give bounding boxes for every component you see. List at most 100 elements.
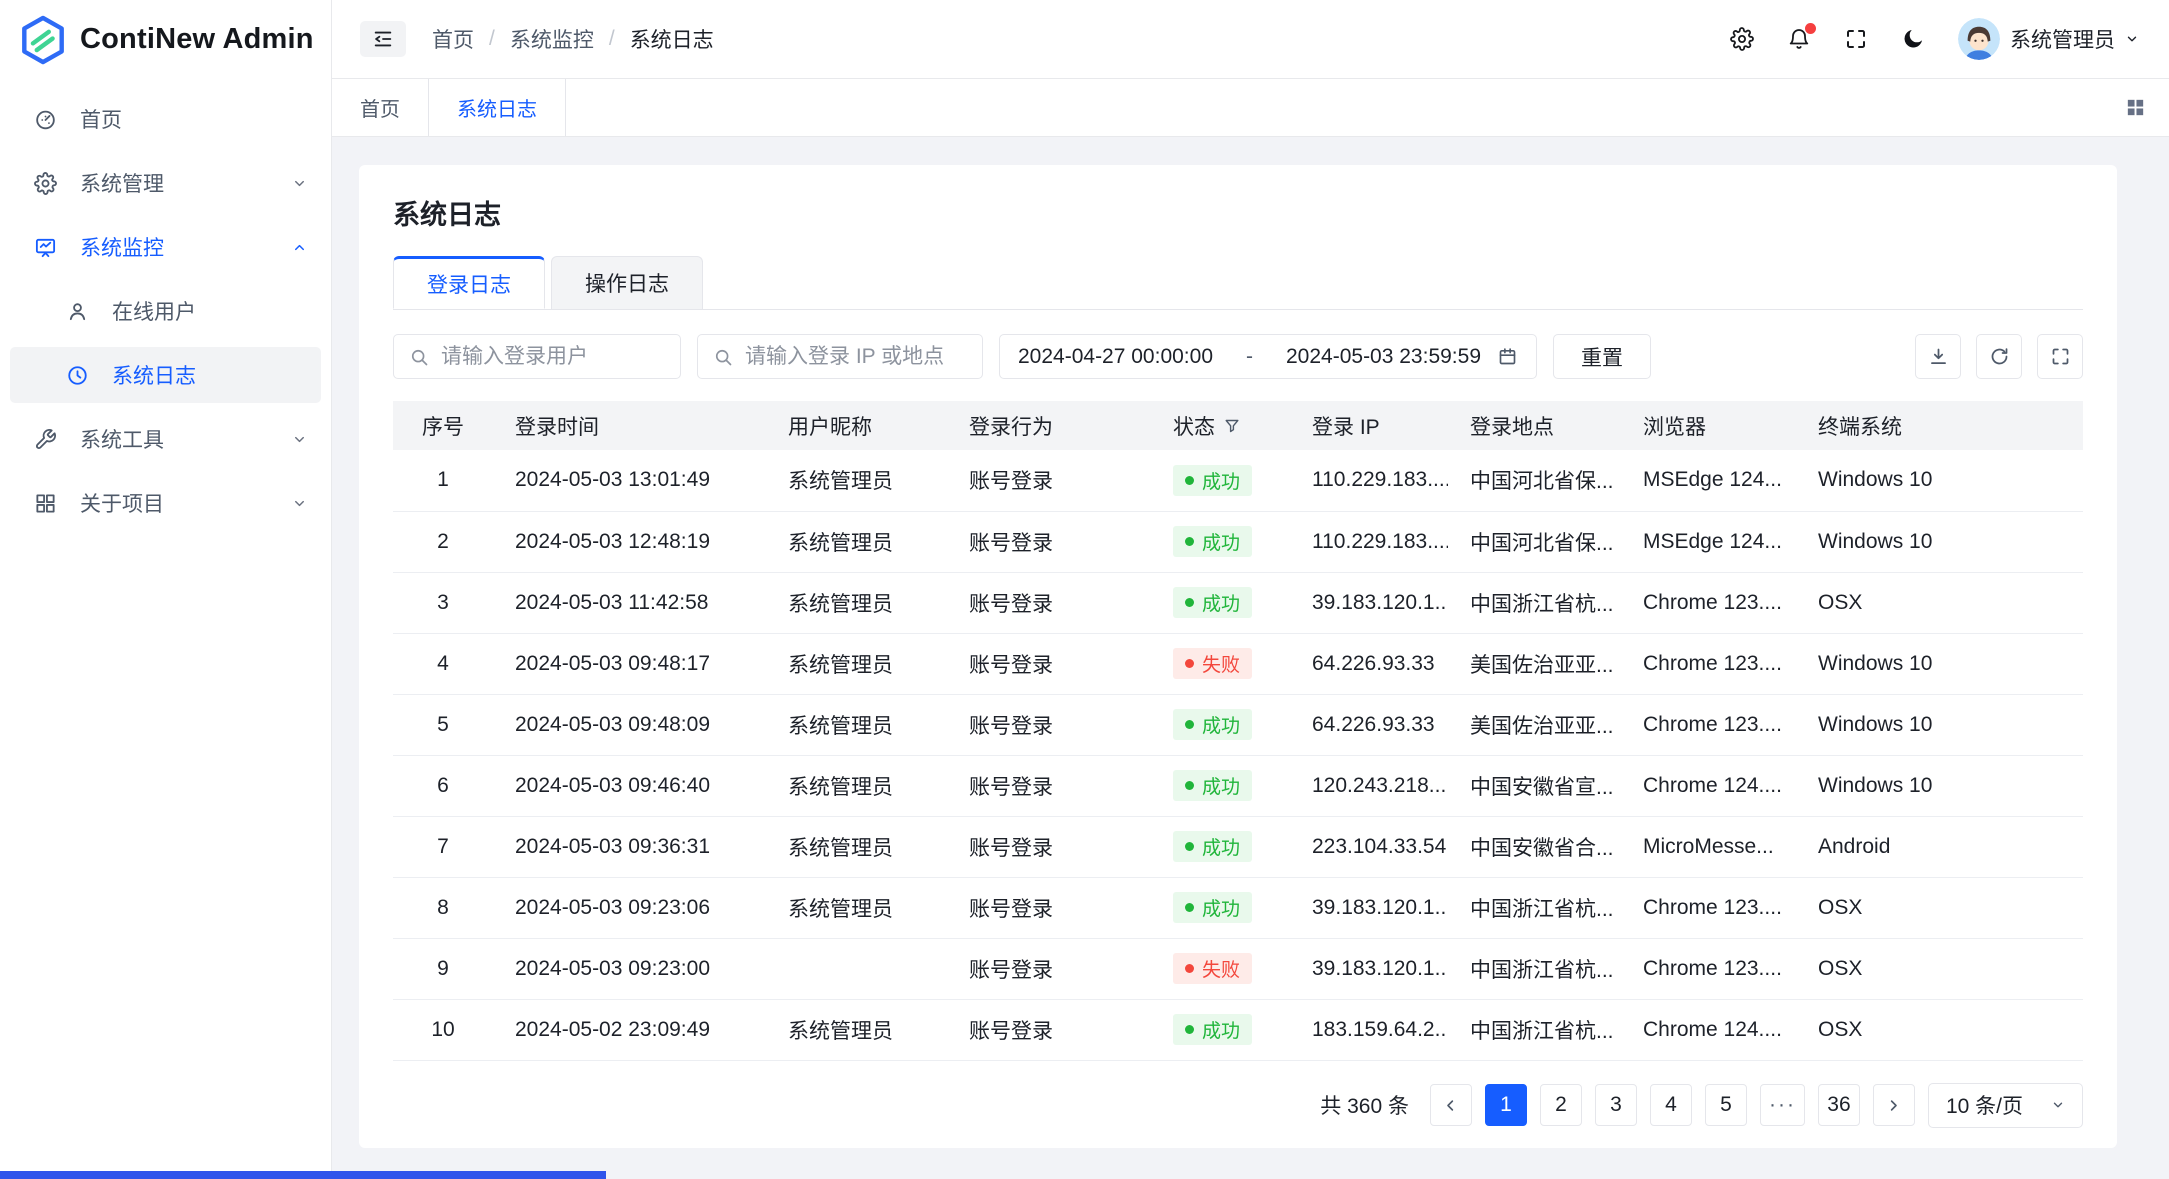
row-index: 3 [393,572,493,633]
table-row: 12024-05-03 13:01:49系统管理员账号登录成功110.229.1… [393,450,2083,511]
pagination-page-4[interactable]: 4 [1650,1084,1692,1126]
tab-actions-button[interactable] [2124,96,2147,119]
page-size-select[interactable]: 10 条/页 [1928,1083,2083,1128]
row-index: 8 [393,877,493,938]
status-cell: 失败 [1151,633,1290,694]
table-body: 12024-05-03 13:01:49系统管理员账号登录成功110.229.1… [393,450,2083,1060]
login-location: 中国安徽省宣... [1448,755,1621,816]
system-log-card: 系统日志 登录日志 操作日志 [359,165,2117,1148]
view-tabbar: 首页 系统日志 [332,79,2169,137]
status-badge: 成功 [1173,1014,1252,1045]
col-status-label: 状态 [1173,411,1215,441]
sidebar-collapse-button[interactable] [360,21,406,57]
breadcrumb-separator: / [609,27,615,51]
col-browser: 浏览器 [1621,401,1796,450]
status-cell: 成功 [1151,511,1290,572]
view-tab-label: 首页 [360,93,400,122]
pagination-page-1[interactable]: 1 [1485,1084,1527,1126]
sidebar-item-system-management[interactable]: 系统管理 [10,155,321,211]
user-nickname: 系统管理员 [766,755,947,816]
status-badge: 失败 [1173,953,1252,984]
header-actions: 系统管理员 [1730,18,2139,60]
sidebar-item-home[interactable]: 首页 [10,91,321,147]
sidebar-item-system-monitor[interactable]: 系统监控 [10,219,321,275]
login-user-search[interactable] [393,334,681,379]
table-row: 32024-05-03 11:42:58系统管理员账号登录成功39.183.12… [393,572,2083,633]
login-location: 中国浙江省杭... [1448,938,1621,999]
export-button[interactable] [1915,334,1961,379]
browser: MSEdge 124... [1621,450,1796,511]
login-ip: 120.243.218.... [1290,755,1448,816]
status-badge: 成功 [1173,831,1252,862]
fullscreen-button[interactable] [1844,27,1868,51]
browser: MicroMesse... [1621,816,1796,877]
sidebar-item-system-tools[interactable]: 系统工具 [10,411,321,467]
table-row: 82024-05-03 09:23:06系统管理员账号登录成功39.183.12… [393,877,2083,938]
pagination-ellipsis[interactable]: ··· [1760,1084,1805,1126]
view-tab-system-log[interactable]: 系统日志 [429,79,566,136]
terminal-os: Windows 10 [1796,633,2083,694]
sidebar-item-label: 系统管理 [80,168,164,198]
chevron-right-icon [1886,1098,1901,1113]
login-action: 账号登录 [947,572,1151,633]
pagination-page-36[interactable]: 36 [1818,1084,1860,1126]
app-logo[interactable]: ContiNew Admin [0,0,331,79]
tab-operation-log[interactable]: 操作日志 [551,256,703,309]
login-time: 2024-05-03 09:23:06 [493,877,766,938]
search-input[interactable] [441,345,665,369]
breadcrumb-item-monitor[interactable]: 系统监控 [510,24,594,54]
table-fullscreen-button[interactable] [2037,334,2083,379]
layout-grid-icon [2124,96,2147,119]
status-badge: 成功 [1173,465,1252,496]
login-ip: 110.229.183.... [1290,450,1448,511]
reset-button[interactable]: 重置 [1553,334,1651,379]
pagination-next-button[interactable] [1873,1084,1915,1126]
sidebar-item-online-users[interactable]: 在线用户 [10,283,321,339]
login-time: 2024-05-03 09:46:40 [493,755,766,816]
login-ip-search[interactable] [697,334,983,379]
sidebar-item-label: 系统监控 [80,232,164,262]
filter-icon[interactable] [1224,418,1240,434]
login-time: 2024-05-03 11:42:58 [493,572,766,633]
terminal-os: OSX [1796,877,2083,938]
refresh-button[interactable] [1976,334,2022,379]
dark-mode-button[interactable] [1901,27,1925,51]
settings-button[interactable] [1730,27,1754,51]
view-tab-home[interactable]: 首页 [332,79,429,136]
status-dot-icon [1185,598,1194,607]
sidebar-item-about-project[interactable]: 关于项目 [10,475,321,531]
table-row: 62024-05-03 09:46:40系统管理员账号登录成功120.243.2… [393,755,2083,816]
pagination-prev-button[interactable] [1430,1084,1472,1126]
status-dot-icon [1185,903,1194,912]
browser: Chrome 123.... [1621,572,1796,633]
chevron-down-icon [292,432,307,447]
status-dot-icon [1185,781,1194,790]
terminal-os: OSX [1796,999,2083,1060]
notifications-button[interactable] [1787,27,1811,51]
tab-label: 登录日志 [427,269,511,299]
date-range-picker[interactable]: 2024-04-27 00:00:00 - 2024-05-03 23:59:5… [999,334,1537,379]
pagination-page-2[interactable]: 2 [1540,1084,1582,1126]
status-badge: 成功 [1173,526,1252,557]
login-ip: 39.183.120.1... [1290,938,1448,999]
content-area: 系统日志 登录日志 操作日志 [332,137,2169,1179]
pagination-page-3[interactable]: 3 [1595,1084,1637,1126]
app-root: ContiNew Admin 首页 系统管理 [0,0,2169,1179]
chevron-down-icon [2051,1098,2065,1112]
app-title: ContiNew Admin [80,23,314,56]
sidebar-item-system-log[interactable]: 系统日志 [10,347,321,403]
breadcrumb-item-home[interactable]: 首页 [432,24,474,54]
tab-login-log[interactable]: 登录日志 [393,256,545,309]
col-status: 状态 [1151,401,1290,450]
login-action: 账号登录 [947,511,1151,572]
status-cell: 成功 [1151,816,1290,877]
user-menu[interactable]: 系统管理员 [1958,18,2139,60]
col-location: 登录地点 [1448,401,1621,450]
pagination-page-5[interactable]: 5 [1705,1084,1747,1126]
table-row: 22024-05-03 12:48:19系统管理员账号登录成功110.229.1… [393,511,2083,572]
download-icon [1928,346,1949,367]
login-log-table: 序号 登录时间 用户昵称 登录行为 状态 登录 IP 登录 [393,401,2083,1061]
status-cell: 成功 [1151,572,1290,633]
search-input[interactable] [745,345,967,369]
login-action: 账号登录 [947,450,1151,511]
